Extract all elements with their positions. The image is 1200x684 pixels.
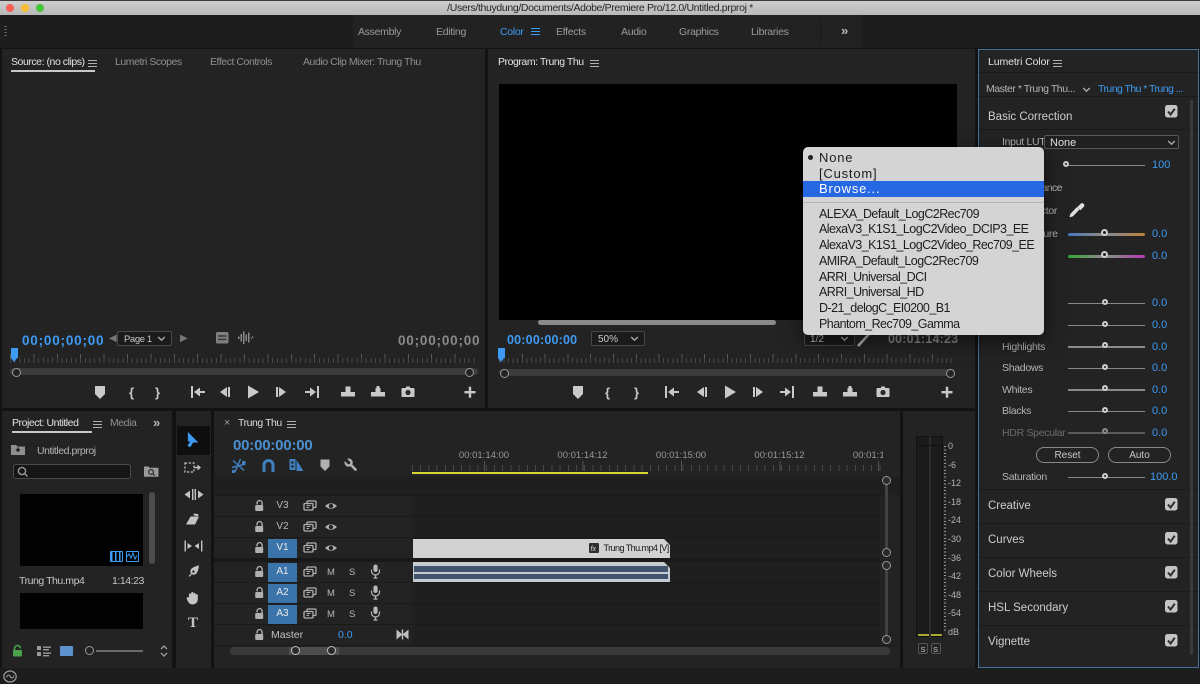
svg-text:{: { bbox=[605, 385, 610, 400]
svg-text:{: { bbox=[129, 385, 134, 400]
svg-text:}: } bbox=[155, 385, 160, 400]
svg-text:}: } bbox=[634, 385, 639, 400]
